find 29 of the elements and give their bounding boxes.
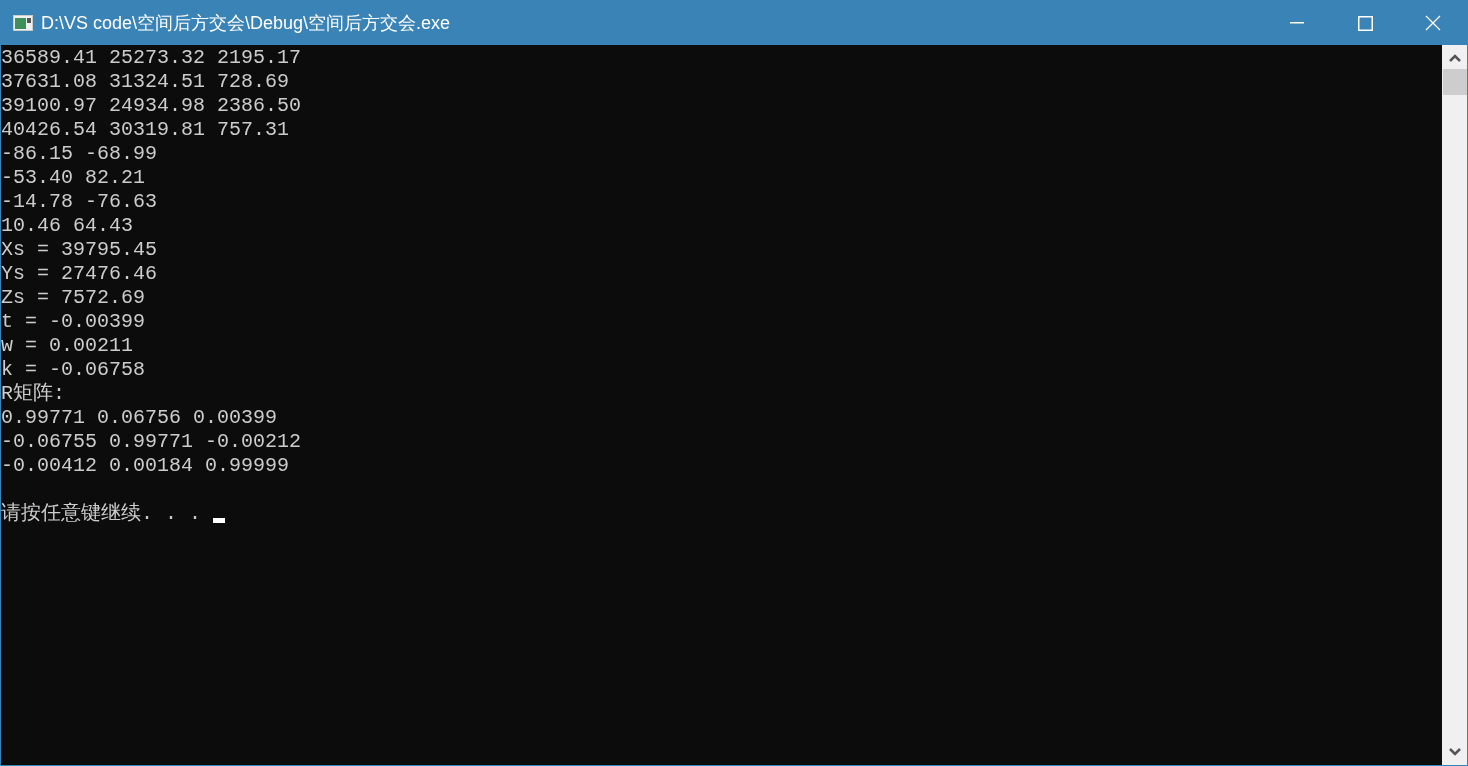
vertical-scrollbar[interactable] xyxy=(1442,45,1467,765)
scrollbar-thumb[interactable] xyxy=(1442,69,1467,95)
scroll-down-icon[interactable] xyxy=(1448,748,1461,756)
console-prompt: 请按任意键继续. . . xyxy=(1,502,201,526)
console-line: k = -0.06758 xyxy=(1,358,146,382)
close-icon xyxy=(1425,15,1441,31)
console-line: 39100.97 24934.98 2386.50 xyxy=(1,94,302,118)
console-line: R矩阵: xyxy=(1,382,65,406)
console-line: -86.15 -68.99 xyxy=(1,142,158,166)
minimize-icon xyxy=(1290,22,1304,24)
console-line: Ys = 27476.46 xyxy=(1,262,158,286)
console-line: Xs = 39795.45 xyxy=(1,238,158,262)
console-line: -53.40 82.21 xyxy=(1,166,146,190)
scroll-up-icon[interactable] xyxy=(1448,54,1461,62)
window-title: D:\VS code\空间后方交会\Debug\空间后方交会.exe xyxy=(41,11,451,35)
console-line: w = 0.00211 xyxy=(1,334,134,358)
text-cursor xyxy=(213,518,225,523)
console-line: Zs = 7572.69 xyxy=(1,286,146,310)
console-window-icon xyxy=(13,15,33,31)
console-line: 0.99771 0.06756 0.00399 xyxy=(1,406,278,430)
console-line: t = -0.00399 xyxy=(1,310,146,334)
console-line: 40426.54 30319.81 757.31 xyxy=(1,118,290,142)
console-line: 36589.41 25273.32 2195.17 xyxy=(1,46,302,70)
maximize-icon xyxy=(1357,15,1373,31)
console-line: -0.00412 0.00184 0.99999 xyxy=(1,454,290,478)
console-line: 10.46 64.43 xyxy=(1,214,134,238)
console-line: -0.06755 0.99771 -0.00212 xyxy=(1,430,302,454)
console-line: 37631.08 31324.51 728.69 xyxy=(1,70,290,94)
console-line: -14.78 -76.63 xyxy=(1,190,158,214)
